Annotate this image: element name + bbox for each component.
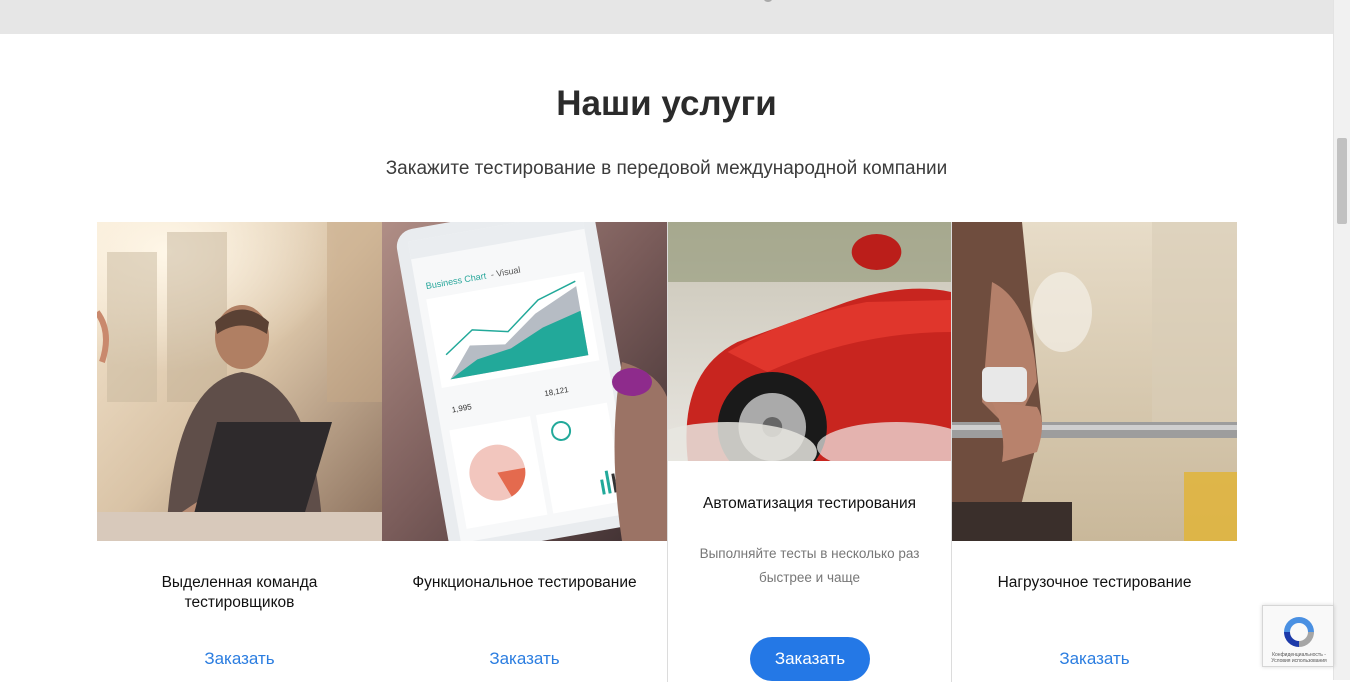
order-button[interactable]: Заказать — [750, 637, 870, 681]
order-link[interactable]: Заказать — [382, 649, 667, 669]
scrollbar-thumb[interactable] — [1337, 138, 1347, 224]
carousel-dot[interactable] — [764, 0, 772, 2]
service-card-functional-testing: Business Chart - Visual 1,995 18,121 Фун… — [382, 222, 667, 682]
top-band — [0, 0, 1333, 34]
order-link[interactable]: Заказать — [97, 649, 382, 669]
service-card-test-automation: Автоматизация тестирования Выполняйте те… — [667, 222, 952, 682]
section-title: Наши услуги — [556, 84, 777, 123]
card-description: Выполняйте тесты в несколько раз быстрее… — [699, 546, 920, 585]
service-card-load-testing: Нагрузочное тестирование Заказать — [952, 222, 1237, 682]
card-title: Выделенная команда тестировщиков — [161, 574, 318, 611]
red-car-drifting-photo — [668, 222, 951, 461]
service-card-dedicated-team: Выделенная команда тестировщиков Заказат… — [97, 222, 382, 682]
order-link[interactable]: Заказать — [952, 649, 1237, 669]
page-scrollbar[interactable] — [1333, 0, 1350, 680]
card-title: Функциональное тестирование — [412, 574, 637, 591]
weightlifter-barbell-photo — [952, 222, 1237, 541]
section-subtitle: Закажите тестирование в передовой междун… — [385, 158, 948, 179]
card-title: Автоматизация тестирования — [702, 495, 917, 512]
card-title: Нагрузочное тестирование — [997, 574, 1192, 591]
man-with-laptop-photo — [97, 222, 382, 541]
recaptcha-badge[interactable]: Конфиденциальность - Условия использован… — [1262, 605, 1334, 667]
recaptcha-icon — [1279, 614, 1319, 655]
recaptcha-text: Конфиденциальность - Условия использован… — [1271, 652, 1327, 664]
tablet-business-chart-photo: Business Chart - Visual 1,995 18,121 — [382, 222, 667, 541]
